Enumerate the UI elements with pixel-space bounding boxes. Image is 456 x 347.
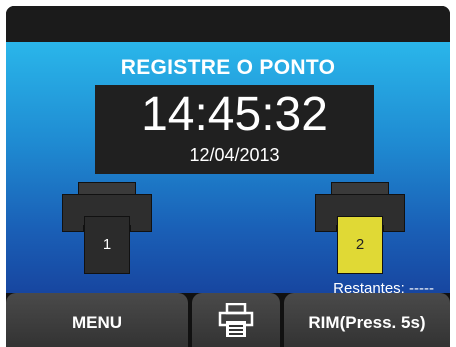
menu-button[interactable]: MENU [6, 293, 188, 347]
main-panel: REGISTRE O PONTO 14:45:32 12/04/2013 1 2… [6, 42, 450, 297]
rim-button[interactable]: RIM(Press. 5s) [284, 293, 450, 347]
print-button[interactable] [192, 293, 280, 347]
clock-date: 12/04/2013 [189, 145, 280, 165]
clock-display: 14:45:32 12/04/2013 [95, 85, 374, 174]
printer-1-label: 1 [84, 216, 130, 274]
printer-2-label: 2 [337, 216, 383, 274]
printer-icon [218, 303, 254, 337]
clock-time: 14:45:32 [141, 88, 328, 141]
printer-2-icon: 2 [315, 182, 405, 274]
device-screen: REGISTRE O PONTO 14:45:32 12/04/2013 1 2… [6, 6, 450, 347]
bottom-bar: MENU RIM(Press. 5s) [6, 293, 450, 347]
printer-1-icon: 1 [62, 182, 152, 274]
top-bar [6, 6, 450, 42]
page-title: REGISTRE O PONTO [120, 56, 336, 79]
